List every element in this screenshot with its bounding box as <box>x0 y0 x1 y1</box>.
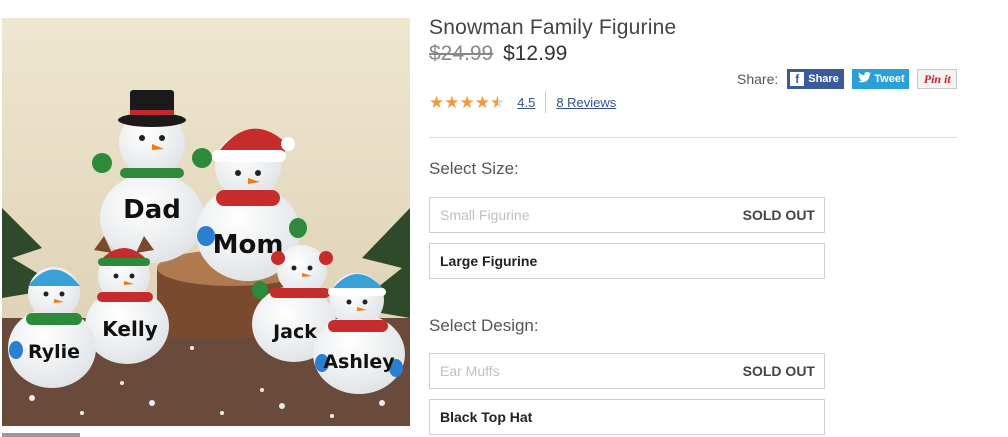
product-image[interactable]: Dad Mom Kelly Jack Rylie Ashley <box>2 18 410 426</box>
sold-out-badge: SOLD OUT <box>742 207 815 223</box>
twitter-tweet-button[interactable]: Tweet <box>852 69 910 89</box>
facebook-share-button[interactable]: f Share <box>787 69 845 89</box>
option-name: Large Figurine <box>440 253 538 269</box>
original-price: $24.99 <box>429 42 494 65</box>
rating-divider <box>545 91 547 113</box>
option-name: Black Top Hat <box>440 409 533 425</box>
size-option-small-figurine[interactable]: Small Figurine SOLD OUT <box>429 197 825 233</box>
option-name: Ear Muffs <box>440 363 500 379</box>
figurine-label-dad: Dad <box>123 195 181 225</box>
half-star-icon: ★ <box>490 92 506 112</box>
sold-out-badge: SOLD OUT <box>742 363 815 379</box>
rating-row: ★ ★ ★ ★ ★ 4.5 8 Reviews <box>429 91 616 113</box>
facebook-icon: f <box>790 72 805 86</box>
select-design-label: Select Design: <box>429 316 539 335</box>
star-rating: ★ ★ ★ ★ ★ <box>429 94 505 111</box>
figurine-label-rylie: Rylie <box>28 341 80 363</box>
figurine-label-ashley: Ashley <box>323 351 395 373</box>
select-size-label: Select Size: <box>429 159 519 178</box>
reviews-link[interactable]: 8 Reviews <box>556 95 616 110</box>
twitter-tweet-label: Tweet <box>874 73 905 85</box>
share-bar: Share: f Share Tweet Pin it <box>737 69 965 89</box>
star-icon: ★ <box>474 92 490 112</box>
snowman-figurine-photo: Dad Mom Kelly Jack Rylie Ashley <box>2 18 410 426</box>
figurine-label-jack: Jack <box>271 321 317 343</box>
star-icon: ★ <box>429 92 445 112</box>
star-icon: ★ <box>444 92 460 112</box>
design-option-ear-muffs[interactable]: Ear Muffs SOLD OUT <box>429 353 825 389</box>
size-option-large-figurine[interactable]: Large Figurine <box>429 243 825 279</box>
rating-value-link[interactable]: 4.5 <box>517 95 535 110</box>
share-label: Share: <box>737 71 779 87</box>
cut-off-text <box>2 429 82 437</box>
star-icon: ★ <box>459 92 475 112</box>
pinterest-icon: Pin it <box>923 71 951 86</box>
sale-price: $12.99 <box>503 42 568 65</box>
pinterest-pin-button[interactable]: Pin it <box>917 69 958 89</box>
twitter-icon <box>858 71 872 86</box>
section-divider <box>429 137 957 138</box>
option-name: Small Figurine <box>440 207 530 223</box>
facebook-share-label: Share <box>808 73 839 85</box>
price-row: $24.99 $12.99 <box>429 42 567 66</box>
design-option-black-top-hat[interactable]: Black Top Hat <box>429 399 825 435</box>
figurine-label-kelly: Kelly <box>102 317 157 341</box>
product-title: Snowman Family Figurine <box>429 16 677 39</box>
